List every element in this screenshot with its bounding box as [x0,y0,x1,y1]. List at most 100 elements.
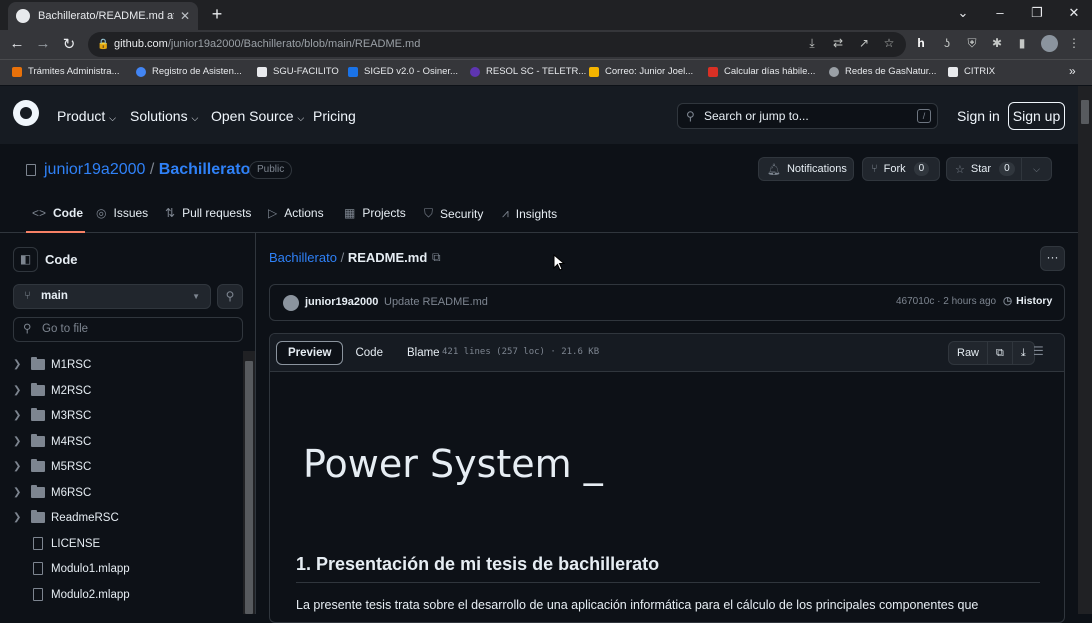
address-bar[interactable]: 🔒 github.com/junior19a2000/Bachillerato/… [88,32,906,57]
browser-menu-icon[interactable]: ⋮ [1066,36,1082,50]
tree-item-folder[interactable]: ❯ M3RSC [0,403,240,428]
tab-projects[interactable]: ▦ Projects [344,206,406,220]
tab-actions[interactable]: ▷ Actions [268,206,324,220]
tree-item-folder[interactable]: ❯ ReadmeRSC [0,505,240,530]
caret-down-icon: ▼ [192,292,200,301]
tree-item-folder[interactable]: ❯ M4RSC [0,429,240,454]
bookmark-favicon-icon [257,66,267,77]
tab-search-chevron-icon[interactable]: ⌄ [953,5,973,21]
folder-icon [31,383,45,396]
repo-owner-link[interactable]: junior19a2000 [44,161,145,178]
sign-in-link[interactable]: Sign in [957,108,1000,124]
bookmark-item[interactable]: CITRIX [948,66,995,77]
download-icon[interactable]: ⤓ [1013,342,1034,364]
sidebar-scrollbar-thumb[interactable] [245,361,253,614]
new-tab-button[interactable]: + [207,4,227,25]
breadcrumb-repo-link[interactable]: Bachillerato [269,250,337,265]
history-button[interactable]: ◷ History [1003,295,1052,307]
collapse-sidebar-icon[interactable]: ◧ [13,247,38,272]
page-scrollbar[interactable] [1078,86,1092,614]
tree-item-folder[interactable]: ❯ M2RSC [0,378,240,403]
star-button[interactable]: ☆ Star 0 [946,157,1022,181]
bookmark-item[interactable]: Correo: Junior Joel... [589,66,693,77]
share-icon[interactable]: ↗ [856,36,872,50]
nav-solutions[interactable]: Solutions ⌵ [130,108,198,124]
fork-button[interactable]: ⑂ Fork 0 [862,157,940,181]
tree-item-folder[interactable]: ❯ M1RSC [0,352,240,377]
tree-item-folder[interactable]: ❯ M6RSC [0,480,240,505]
go-to-file-input[interactable]: ⚲ Go to file [13,317,243,342]
profile-avatar[interactable] [1041,35,1058,52]
tab-close-icon[interactable]: ✕ [180,9,190,23]
bell-icon: 🔔︎ [767,163,781,176]
file-tree-sidebar: ◧ Code ⑂ main ▼ ⚲ ⚲ Go to file ❯ M1RSC ❯ M… [0,233,256,614]
github-logo-icon[interactable] [13,100,39,126]
commit-message[interactable]: Update README.md [384,296,488,308]
bookmark-item[interactable]: RESOL SC - TELETR... [470,66,586,77]
raw-button[interactable]: Raw [949,342,989,364]
tree-item-file[interactable]: LICENSE [0,531,240,556]
nav-product[interactable]: Product ⌵ [57,108,116,124]
nav-open-source[interactable]: Open Source ⌵ [211,108,304,124]
more-options-button[interactable]: ··· [1040,246,1065,271]
bookmark-item[interactable]: Calcular días hábile... [708,66,815,77]
tab-issues[interactable]: ◎ Issues [96,206,148,220]
forward-arrow-icon[interactable]: → [34,35,52,52]
chevron-right-icon: ❯ [13,512,22,523]
browser-tab[interactable]: Bachillerato/README.md at main ✕ [8,2,198,30]
bookmark-favicon-icon [136,66,146,77]
notifications-button[interactable]: 🔔︎ Notifications [758,157,854,181]
repo-name-link[interactable]: Bachillerato [159,161,251,178]
nav-pricing[interactable]: Pricing [313,108,356,124]
copy-raw-icon[interactable]: ⧉ [988,342,1013,364]
folder-icon [31,459,45,472]
restore-icon[interactable]: ❐ [1027,5,1047,21]
bookmark-item[interactable]: Redes de GasNatur... [829,66,936,77]
reload-icon[interactable]: ↻ [60,35,78,53]
bookmark-item[interactable]: SGU-FACILITO [257,66,339,77]
close-window-icon[interactable]: ✕ [1064,5,1084,21]
install-app-icon[interactable]: ⤓ [804,36,820,51]
tab-code-view[interactable]: Code [343,341,395,365]
raw-actions-group: Raw ⧉ ⤓ [948,341,1035,365]
tab-preview[interactable]: Preview [276,341,344,365]
sign-up-button[interactable]: Sign up [1008,102,1065,130]
extension-h-icon[interactable]: h [913,36,929,50]
tree-item-folder[interactable]: ❯ M5RSC [0,454,240,479]
tab-code[interactable]: <> Code [32,206,83,220]
bookmark-item[interactable]: Trámites Administra... [12,66,120,77]
tree-item-file[interactable]: Modulo1.mlapp [0,556,240,581]
fork-icon: ⑂ [871,163,878,175]
folder-icon [31,434,45,447]
bookmark-favicon-icon [348,66,358,77]
bookmark-star-icon[interactable]: ☆ [881,36,897,50]
extension-shield-icon[interactable]: ⛨ [964,36,980,51]
github-favicon-icon [16,9,30,23]
extension-2-icon[interactable]: ʖ [939,36,955,50]
star-dropdown-button[interactable]: ⌵ [1021,157,1052,181]
minimize-icon[interactable]: – [990,5,1010,20]
side-panel-icon[interactable]: ▮ [1014,36,1030,50]
avatar[interactable] [283,295,299,311]
chevron-down-icon: ⌵ [109,113,116,123]
tab-pull-requests[interactable]: ⇅ Pull requests [165,206,251,220]
bookmarks-overflow-button[interactable]: » [1069,64,1076,78]
tree-item-file[interactable]: Modulo2.mlapp [0,582,240,607]
chevron-down-icon: ⌵ [297,113,305,123]
commit-hash-time[interactable]: 467010c · 2 hours ago [896,296,996,307]
branch-selector[interactable]: ⑂ main ▼ [13,284,211,309]
history-icon: ◷ [1003,295,1013,307]
outline-list-icon[interactable]: ☰ [1033,344,1044,358]
bookmark-item[interactable]: Registro de Asisten... [136,66,242,77]
copy-path-icon[interactable]: ⧉ [432,250,441,265]
search-icon[interactable]: ⚲ [217,284,243,309]
tab-insights[interactable]: ⩘ Insights [502,206,557,221]
back-arrow-icon[interactable]: ← [8,35,26,52]
translate-icon[interactable]: ⇄ [830,36,846,50]
tab-security[interactable]: ⛉ Security [424,206,483,221]
page-scrollbar-thumb[interactable] [1081,100,1089,124]
extensions-puzzle-icon[interactable]: ✱ [989,36,1005,50]
bookmark-item[interactable]: SIGED v2.0 - Osiner... [348,66,458,77]
search-input[interactable]: ⚲ Search or jump to... / [677,103,938,129]
commit-author[interactable]: junior19a2000 [305,296,378,308]
